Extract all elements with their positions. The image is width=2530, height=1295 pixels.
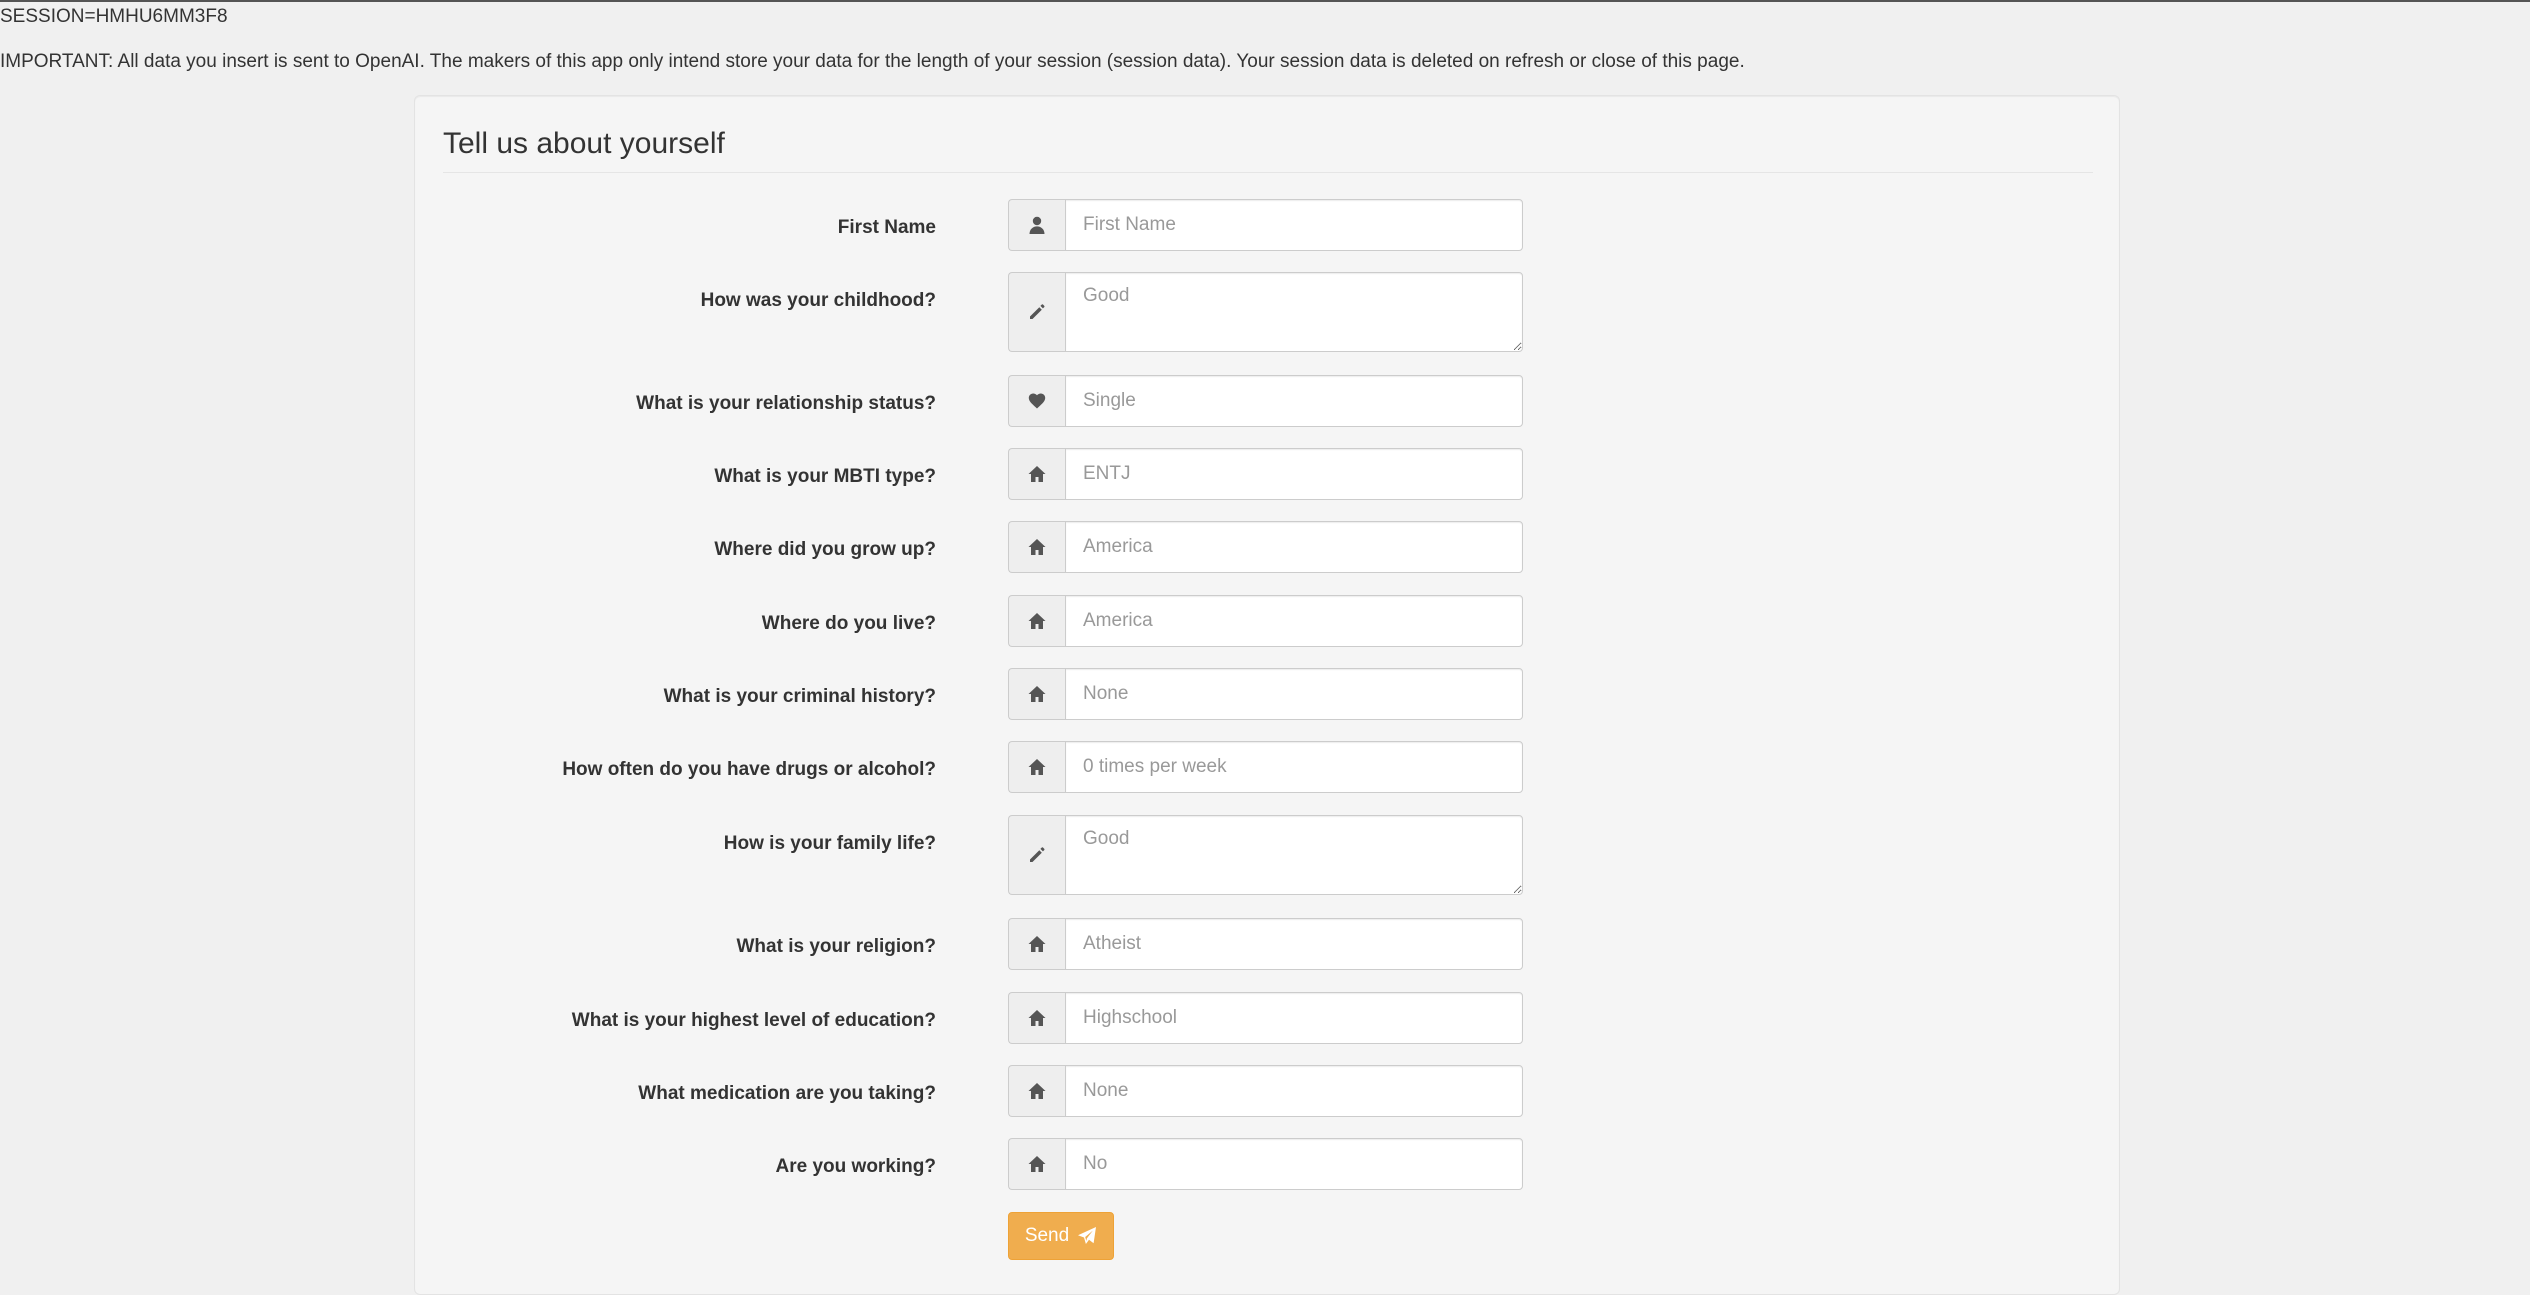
privacy-notice: IMPORTANT: All data you insert is sent t…: [0, 51, 1745, 72]
send-button[interactable]: Send: [1008, 1212, 1114, 1260]
family-life-label: How is your family life?: [723, 833, 936, 854]
education-input[interactable]: [1065, 992, 1523, 1044]
drugs-alcohol-label: How often do you have drugs or alcohol?: [562, 759, 936, 780]
childhood-textarea[interactable]: [1065, 272, 1523, 352]
family-life-input-group: [1008, 815, 1523, 895]
grew-up-input-group: [1008, 521, 1523, 573]
live-label: Where do you live?: [761, 613, 936, 634]
education-input-group: [1008, 992, 1523, 1044]
home-icon: [1008, 595, 1065, 647]
family-life-textarea[interactable]: [1065, 815, 1523, 895]
send-button-label: Send: [1024, 1225, 1070, 1246]
paper-plane-icon: [1078, 1227, 1097, 1244]
home-icon: [1008, 992, 1065, 1044]
pencil-icon: [1008, 272, 1065, 352]
home-icon: [1008, 448, 1065, 500]
pencil-icon: [1008, 815, 1065, 895]
relationship-status-input[interactable]: [1065, 375, 1523, 427]
medication-label: What medication are you taking?: [638, 1083, 936, 1104]
religion-input[interactable]: [1065, 918, 1523, 970]
criminal-history-input[interactable]: [1065, 668, 1523, 720]
home-icon: [1008, 741, 1065, 793]
education-label: What is your highest level of education?: [571, 1010, 936, 1031]
working-label: Are you working?: [775, 1156, 936, 1177]
grew-up-label: Where did you grow up?: [714, 539, 936, 560]
first-name-label: First Name: [837, 217, 936, 238]
relationship-status-input-group: [1008, 375, 1523, 427]
profile-form-panel: Tell us about yourself First Name How wa…: [414, 95, 2120, 1295]
first-name-input-group: [1008, 199, 1523, 251]
user-icon: [1008, 199, 1065, 251]
home-icon: [1008, 521, 1065, 573]
childhood-input-group: [1008, 272, 1523, 352]
drugs-alcohol-input[interactable]: [1065, 741, 1523, 793]
home-icon: [1008, 668, 1065, 720]
medication-input-group: [1008, 1065, 1523, 1117]
relationship-status-label: What is your relationship status?: [636, 393, 936, 414]
heart-icon: [1008, 375, 1065, 427]
form-title: Tell us about yourself: [443, 126, 2093, 173]
medication-input[interactable]: [1065, 1065, 1523, 1117]
first-name-input[interactable]: [1065, 199, 1523, 251]
live-input-group: [1008, 595, 1523, 647]
mbti-label: What is your MBTI type?: [714, 466, 936, 487]
session-id: SESSION=HMHU6MM3F8: [0, 6, 228, 27]
home-icon: [1008, 918, 1065, 970]
drugs-alcohol-input-group: [1008, 741, 1523, 793]
religion-label: What is your religion?: [736, 936, 936, 957]
working-input[interactable]: [1065, 1138, 1523, 1190]
home-icon: [1008, 1138, 1065, 1190]
criminal-history-label: What is your criminal history?: [663, 686, 936, 707]
live-input[interactable]: [1065, 595, 1523, 647]
childhood-label: How was your childhood?: [700, 290, 936, 311]
mbti-input-group: [1008, 448, 1523, 500]
working-input-group: [1008, 1138, 1523, 1190]
grew-up-input[interactable]: [1065, 521, 1523, 573]
religion-input-group: [1008, 918, 1523, 970]
criminal-history-input-group: [1008, 668, 1523, 720]
mbti-input[interactable]: [1065, 448, 1523, 500]
home-icon: [1008, 1065, 1065, 1117]
